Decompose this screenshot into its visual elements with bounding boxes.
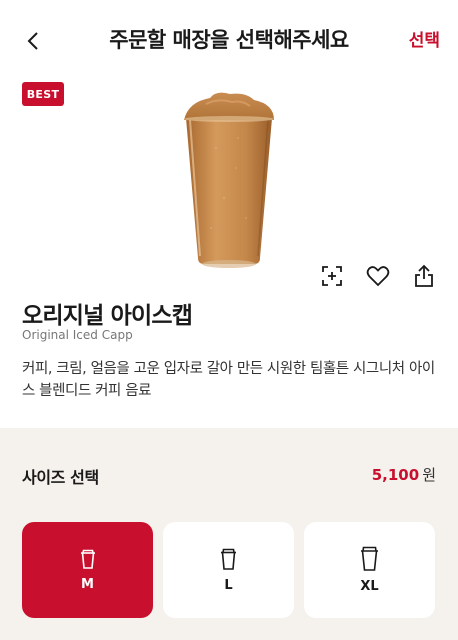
- cup-small-icon: [80, 549, 95, 569]
- size-option-m[interactable]: M: [22, 522, 153, 618]
- size-option-l[interactable]: L: [163, 522, 294, 618]
- share-button[interactable]: [410, 262, 438, 290]
- size-option-label: L: [224, 577, 233, 593]
- size-option-xl[interactable]: XL: [304, 522, 435, 618]
- heart-icon: [366, 266, 390, 287]
- size-option-label: XL: [360, 579, 379, 594]
- price-unit: 원: [422, 466, 436, 484]
- back-button[interactable]: [18, 26, 48, 56]
- size-select-label: 사이즈 선택: [22, 468, 99, 487]
- favorite-button[interactable]: [364, 262, 392, 290]
- product-name-english: Original Iced Capp: [22, 328, 133, 342]
- share-icon: [415, 264, 433, 287]
- zoom-button[interactable]: [318, 262, 346, 290]
- best-badge: BEST: [22, 82, 64, 106]
- header: 주문할 매장을 선택해주세요 선택: [0, 0, 458, 80]
- product-image: [184, 92, 274, 268]
- cup-medium-icon: [221, 548, 236, 570]
- cup-large-icon: [361, 546, 378, 571]
- size-panel: 사이즈 선택 5,100 원 M L XL: [0, 428, 458, 640]
- product-description: 커피, 크림, 얼음을 고운 입자로 갈아 만든 시원한 팀홀튼 시그니처 아이…: [22, 361, 435, 399]
- product-actions: [318, 262, 438, 290]
- price: 5,100 원: [372, 464, 436, 485]
- size-options: M L XL: [22, 522, 436, 618]
- chevron-left-icon: [27, 32, 38, 50]
- zoom-icon: [322, 266, 342, 286]
- price-value: 5,100: [371, 466, 420, 484]
- select-store-button[interactable]: 선택: [409, 26, 440, 51]
- size-option-label: M: [81, 576, 94, 592]
- product-name: 오리지널 아이스캡: [22, 303, 193, 329]
- page-title: 주문할 매장을 선택해주세요: [109, 28, 349, 52]
